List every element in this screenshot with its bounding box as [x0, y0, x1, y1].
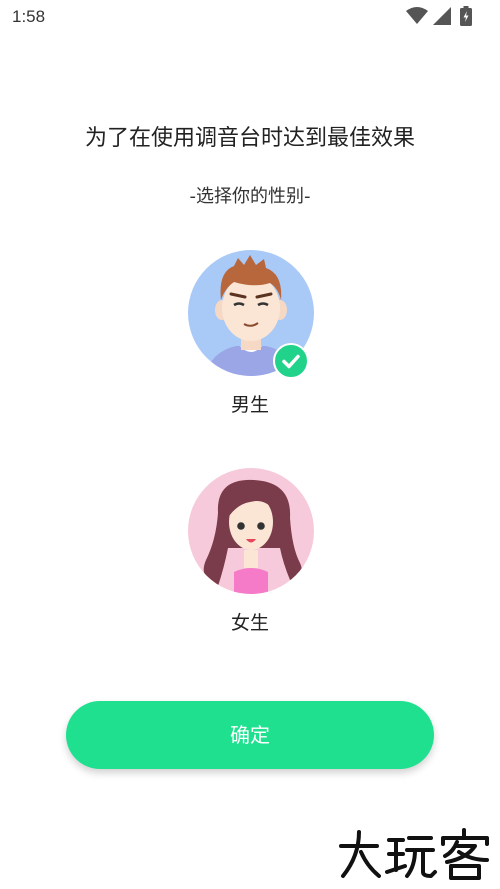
status-bar: 1:58 [0, 0, 500, 34]
page-title: 为了在使用调音台时达到最佳效果 [84, 126, 415, 151]
female-avatar [188, 468, 314, 594]
gender-option-male[interactable]: 男生 [150, 250, 350, 425]
status-time: 1:58 [12, 7, 46, 26]
gender-label-male: 男生 [230, 394, 269, 416]
gender-label-female: 女生 [230, 612, 269, 634]
battery-icon [460, 6, 472, 26]
wifi-icon [406, 7, 428, 24]
gender-option-female[interactable]: 女生 [150, 468, 350, 643]
selected-check-icon [273, 343, 309, 379]
page-subtitle: -选择你的性别- [189, 186, 311, 207]
cellular-signal-icon [433, 7, 451, 25]
confirm-button[interactable]: 确定 [66, 701, 434, 769]
watermark-logo [339, 828, 489, 880]
female-avatar-illustration [203, 479, 302, 594]
